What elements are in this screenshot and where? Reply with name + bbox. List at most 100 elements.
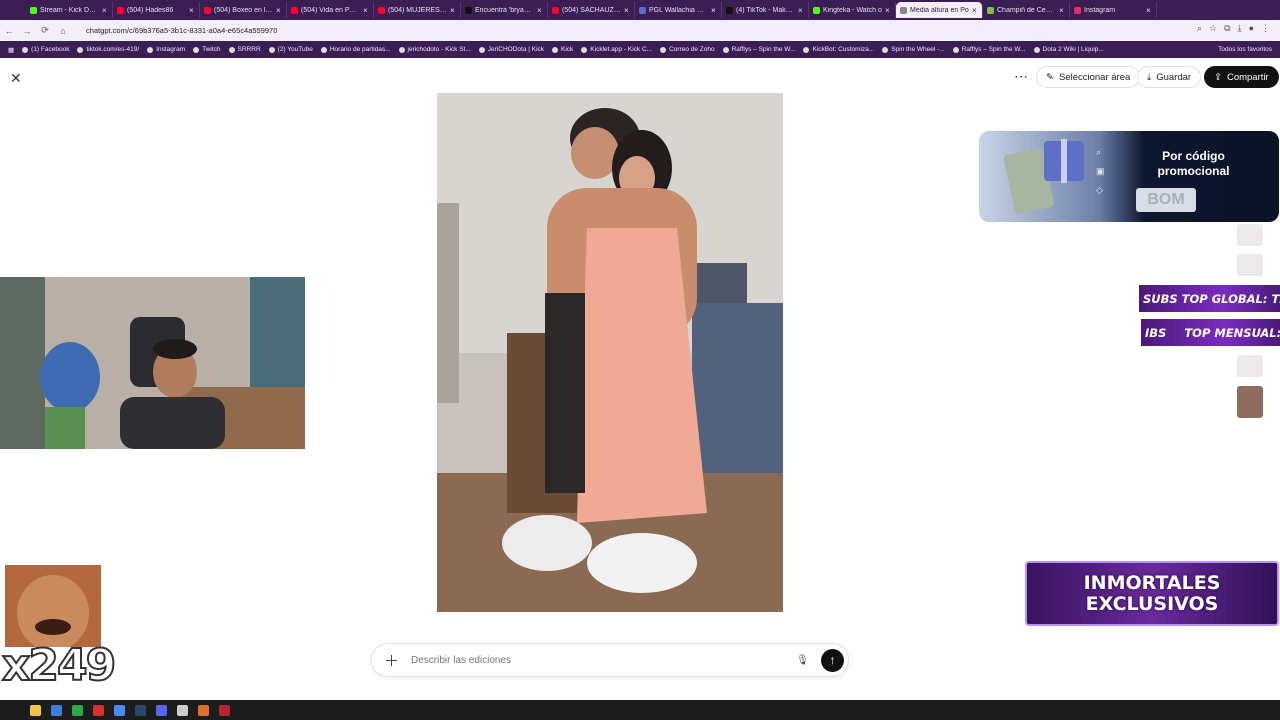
- all-bookmarks-button[interactable]: Todos los favoritos: [1218, 46, 1280, 53]
- bookmark-item[interactable]: Instagram: [147, 46, 185, 53]
- browser-tab[interactable]: PGL Wallachia Seas ×: [635, 2, 722, 18]
- reload-icon[interactable]: ⟳: [36, 25, 54, 36]
- tab-close-icon[interactable]: ×: [972, 6, 978, 15]
- tab-close-icon[interactable]: ×: [798, 6, 804, 15]
- shield-icon[interactable]: [51, 704, 62, 716]
- opera-icon[interactable]: [93, 704, 104, 716]
- bookmark-item[interactable]: (1) Facebook: [22, 46, 69, 53]
- bookmark-item[interactable]: Kick: [552, 46, 573, 53]
- bookmark-item[interactable]: jerichodoto - Kick St...: [398, 46, 471, 53]
- bookmark-item[interactable]: Spin the Wheel -...: [882, 46, 945, 53]
- bookmark-item[interactable]: Kicklet.app - Kick C...: [581, 46, 652, 53]
- tab-close-icon[interactable]: ×: [189, 6, 195, 15]
- browser-tab[interactable]: Instagram ×: [1070, 2, 1157, 18]
- tab-close-icon[interactable]: ×: [276, 6, 282, 15]
- bookmark-item[interactable]: Rafflys – Spin the W...: [722, 46, 795, 53]
- tab-close-icon[interactable]: ×: [537, 6, 543, 15]
- browser-tab[interactable]: Champiñ de Cebolla ×: [983, 2, 1070, 18]
- thumbnail[interactable]: [1237, 355, 1263, 377]
- discord-icon[interactable]: [156, 704, 167, 716]
- bookmark-item[interactable]: Rafflys – Spin the W...: [952, 46, 1026, 53]
- bookmark-favicon-icon: [552, 46, 559, 53]
- browser-tab[interactable]: Media altura en Po ×: [896, 2, 983, 18]
- select-area-button[interactable]: ✎ Seleccionar área: [1036, 66, 1141, 88]
- browser-tab[interactable]: (504) MUJERES DE ×: [374, 2, 461, 18]
- bookmark-star-icon[interactable]: ☆: [1209, 23, 1217, 34]
- tab-close-icon[interactable]: ×: [363, 6, 369, 15]
- profile-icon[interactable]: ●: [1249, 23, 1254, 34]
- more-icon[interactable]: ⋯: [1014, 68, 1028, 85]
- thumbnail[interactable]: [1237, 254, 1263, 276]
- bookmark-item[interactable]: JeriCHODota | Kick: [478, 46, 544, 53]
- tab-close-icon[interactable]: ×: [624, 6, 630, 15]
- thumbnail[interactable]: [1237, 386, 1263, 418]
- edited-image[interactable]: [437, 93, 783, 612]
- app-icon[interactable]: [198, 704, 209, 716]
- home-icon[interactable]: ⌂: [54, 26, 72, 36]
- url-field[interactable]: chatgpt.com/c/69b376a5-3b1c-8331-a0a4-e6…: [86, 26, 277, 35]
- thumbnail[interactable]: [1237, 224, 1263, 246]
- extensions-icon[interactable]: ⧉: [1224, 23, 1230, 34]
- bookmark-item[interactable]: Dota 2 Wiki | Liquip...: [1033, 46, 1104, 53]
- browser-tab[interactable]: (4) TikTok - Make Y ×: [722, 2, 809, 18]
- tab-favicon-icon: [813, 6, 820, 14]
- browser-tab[interactable]: Encuentra 'bryan sa ×: [461, 2, 548, 18]
- bookmark-item[interactable]: Correo de Zoho: [660, 46, 715, 53]
- bookmark-item[interactable]: Twitch: [193, 46, 221, 53]
- tab-close-icon[interactable]: ×: [711, 6, 717, 15]
- bookmark-item[interactable]: KickBot: Customiza...: [803, 46, 874, 53]
- back-icon[interactable]: ←: [0, 26, 18, 36]
- close-icon[interactable]: ✕: [10, 70, 22, 87]
- app-icon[interactable]: [219, 704, 230, 716]
- bookmark-item[interactable]: tiktok.com/es-419/: [77, 46, 139, 53]
- app-icon[interactable]: [72, 704, 83, 716]
- browser-tab-strip: Stream - Kick Dash × (504) Hades86 × (504) B…: [0, 0, 1280, 20]
- tab-close-icon[interactable]: ×: [885, 6, 891, 15]
- browser-tab[interactable]: Stream - Kick Dash ×: [26, 2, 113, 18]
- bookmark-item[interactable]: Horario de partidas...: [320, 46, 391, 53]
- steam-icon[interactable]: [135, 704, 146, 716]
- tab-close-icon[interactable]: ×: [450, 6, 456, 15]
- tab-title: (504) SACHAUZUM: [562, 6, 621, 14]
- zoom-icon[interactable]: ⌕: [1197, 23, 1202, 34]
- inmortales-banner: INMORTALES EXCLUSIVOS: [1025, 561, 1279, 626]
- promo-title: Por código promocional: [1157, 149, 1230, 178]
- bookmark-item[interactable]: (2) YouTube: [268, 46, 313, 53]
- share-button[interactable]: ⇪ Compartir: [1204, 66, 1279, 88]
- subs-monthly-text: TOP MENSUAL: RI: [1184, 325, 1280, 340]
- download-icon[interactable]: ⤓: [1238, 23, 1242, 34]
- apps-icon[interactable]: ▦: [8, 46, 14, 54]
- edit-prompt-bar[interactable]: ＋ 🎙 ↑: [371, 643, 849, 677]
- browser-tab[interactable]: (504) Boxeo en la F ×: [200, 2, 287, 18]
- plus-icon[interactable]: ＋: [384, 650, 399, 671]
- subs-monthly-banner: IBS TOP MENSUAL: RI: [1141, 319, 1280, 346]
- microphone-icon[interactable]: 🎙: [796, 655, 809, 666]
- tab-close-icon[interactable]: ×: [1059, 6, 1065, 15]
- bookmark-favicon-icon: [398, 46, 405, 53]
- browser-tab[interactable]: (504) Vida en Polon ×: [287, 2, 374, 18]
- bookmark-label: KickBot: Customiza...: [812, 46, 875, 53]
- folder-icon[interactable]: [30, 704, 41, 716]
- send-button[interactable]: ↑: [821, 648, 844, 672]
- menu-icon[interactable]: ⋮: [1261, 23, 1270, 34]
- tab-title: Media altura en Po: [910, 6, 969, 14]
- subs-monthly-prefix: IBS: [1145, 325, 1167, 340]
- browser-tab[interactable]: (504) SACHAUZUM ×: [548, 2, 635, 18]
- bookmark-label: Instagram: [156, 46, 186, 53]
- bookmark-label: Kicklet.app - Kick C...: [590, 46, 653, 53]
- save-button[interactable]: ⤓ Guardar: [1137, 66, 1202, 88]
- browser-tab[interactable]: Kingteka - Watch o ×: [809, 2, 896, 18]
- save-label: Guardar: [1156, 71, 1192, 83]
- edit-prompt-input[interactable]: [409, 653, 797, 667]
- browser-tab[interactable]: (504) Hades86 ×: [113, 2, 200, 18]
- tab-title: Encuentra 'bryan sa: [475, 6, 534, 14]
- forward-icon[interactable]: →: [18, 26, 36, 36]
- chrome-icon[interactable]: [114, 704, 125, 716]
- bookmark-label: Correo de Zoho: [669, 46, 715, 53]
- tab-close-icon[interactable]: ×: [1146, 6, 1152, 15]
- obs-icon[interactable]: [177, 704, 188, 716]
- bookmark-item[interactable]: SRRRR: [228, 46, 261, 53]
- tab-title: Instagram: [1084, 6, 1116, 14]
- tab-close-icon[interactable]: ×: [102, 6, 108, 15]
- tab-favicon-icon: [552, 6, 559, 14]
